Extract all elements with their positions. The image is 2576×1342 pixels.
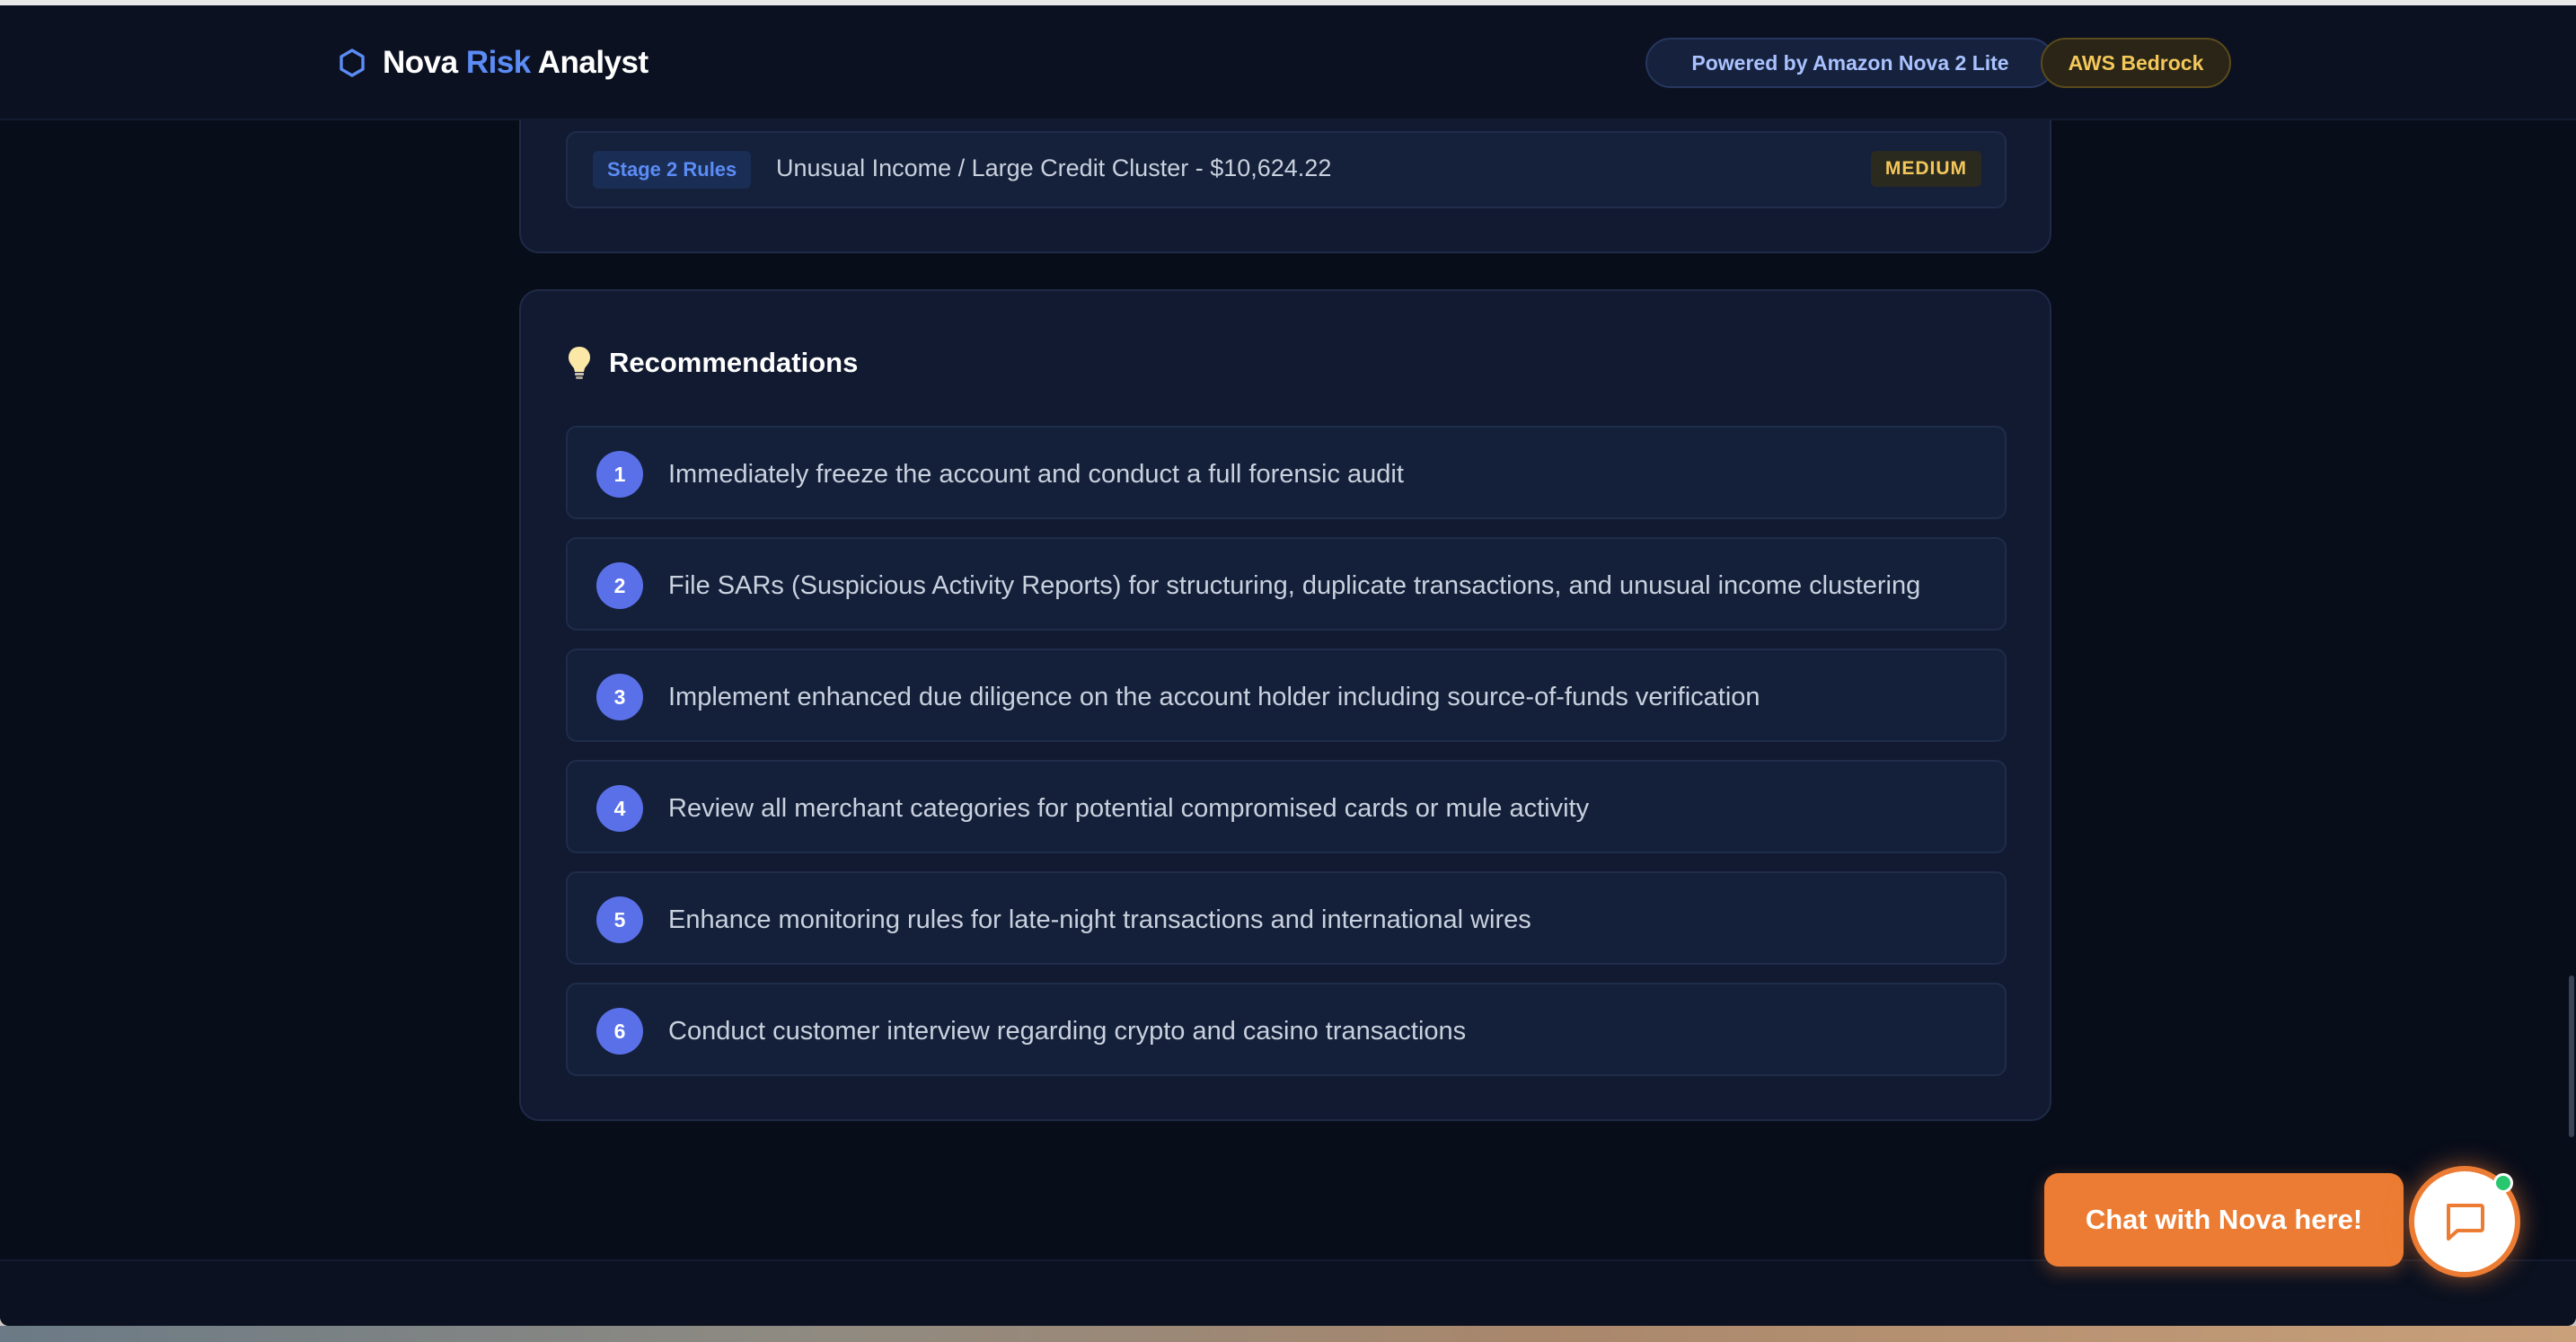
recommendation-text: File SARs (Suspicious Activity Reports) … (668, 571, 1921, 600)
brand-logo[interactable]: Nova Risk Analyst (336, 45, 648, 81)
recommendation-number: 5 (596, 896, 643, 943)
brand-name: Nova Risk Analyst (383, 45, 648, 80)
recommendation-text: Review all merchant categories for poten… (668, 794, 1590, 823)
severity-badge: MEDIUM (1870, 151, 1981, 187)
recommendation-item: 5 Enhance monitoring rules for late-nigh… (566, 871, 2007, 965)
recommendation-number: 3 (596, 674, 643, 720)
recommendation-item: 4 Review all merchant categories for pot… (566, 760, 2007, 853)
model-badge: Powered by Amazon Nova 2 Lite (1645, 38, 2055, 88)
recommendation-number: 6 (596, 1008, 643, 1055)
recommendation-number: 2 (596, 562, 643, 609)
chat-bubble-icon (2447, 1204, 2484, 1240)
rule-text: Unusual Income / Large Credit Cluster - … (776, 155, 1332, 181)
desktop-background-strip (0, 1326, 2576, 1342)
recommendation-text: Conduct customer interview regarding cry… (668, 1017, 1467, 1046)
page-footer (0, 1259, 2576, 1326)
chat-prompt-button[interactable]: Chat with Nova here! (2044, 1173, 2404, 1267)
recommendations-header: Recommendations (568, 345, 858, 381)
recommendation-item: 3 Implement enhanced due diligence on th… (566, 649, 2007, 742)
platform-badge: AWS Bedrock (2041, 38, 2231, 88)
top-navbar: Nova Risk Analyst Powered by Amazon Nova… (0, 5, 2576, 120)
stage-tag: Stage 2 Rules (593, 151, 752, 189)
lightbulb-icon (569, 347, 590, 379)
online-status-dot (2493, 1173, 2513, 1193)
recommendations-title: Recommendations (609, 347, 859, 378)
recommendation-item: 2 File SARs (Suspicious Activity Reports… (566, 537, 2007, 631)
recommendation-text: Implement enhanced due diligence on the … (668, 683, 1760, 711)
app-window: Nova Risk Analyst Powered by Amazon Nova… (0, 5, 2576, 1326)
recommendations-list: 1 Immediately freeze the account and con… (566, 426, 2007, 1094)
recommendation-text: Enhance monitoring rules for late-night … (668, 905, 1531, 934)
recommendation-item: 1 Immediately freeze the account and con… (566, 426, 2007, 519)
page-scrollbar[interactable] (2569, 976, 2574, 1137)
recommendation-number: 4 (596, 785, 643, 832)
rule-finding-row: Stage 2 Rules Unusual Income / Large Cre… (566, 131, 2007, 208)
recommendation-number: 1 (596, 451, 643, 498)
hexagon-icon (340, 49, 365, 77)
recommendation-item: 6 Conduct customer interview regarding c… (566, 983, 2007, 1076)
recommendation-text: Immediately freeze the account and condu… (668, 460, 1404, 489)
recommendations-card: Recommendations 1 Immediately freeze the… (519, 289, 2051, 1121)
